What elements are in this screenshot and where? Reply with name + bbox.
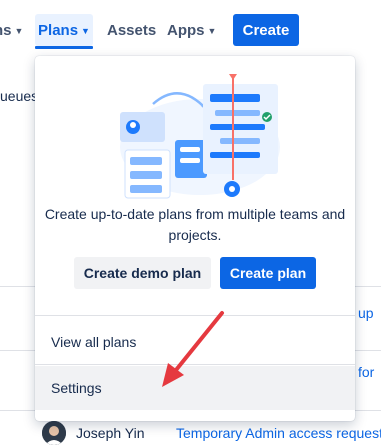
- nav-plans-label: Plans: [38, 21, 79, 39]
- nav-item-partial-label: ns: [0, 21, 12, 39]
- promo-text: Create up-to-date plans from multiple te…: [44, 206, 346, 243]
- nav-item-partial[interactable]: ns ▼: [0, 14, 23, 46]
- background-link[interactable]: up: [358, 305, 374, 321]
- active-nav-indicator: [35, 46, 93, 49]
- nav-item-apps[interactable]: Apps ▼: [167, 14, 216, 46]
- nav-item-assets[interactable]: Assets: [107, 14, 156, 46]
- chevron-down-icon: ▼: [14, 26, 24, 36]
- chevron-down-icon: ▼: [207, 26, 217, 36]
- user-name: Joseph Yin: [76, 425, 145, 441]
- nav-item-plans[interactable]: Plans ▼: [35, 14, 93, 46]
- nav-assets-label: Assets: [107, 21, 157, 39]
- background-link[interactable]: for: [358, 364, 374, 380]
- avatar: [42, 421, 66, 445]
- create-demo-plan-button[interactable]: Create demo plan: [74, 257, 211, 289]
- create-button[interactable]: Create: [233, 14, 299, 46]
- top-navigation: ns ▼ Plans ▼ Assets Apps ▼ Create: [0, 0, 381, 60]
- nav-apps-label: Apps: [167, 21, 205, 39]
- request-link[interactable]: Temporary Admin access request: [176, 425, 381, 441]
- create-plan-button[interactable]: Create plan: [220, 257, 316, 289]
- background-text-fragment: ueues: [0, 88, 39, 104]
- plans-illustration: [120, 74, 280, 199]
- chevron-down-icon: ▼: [81, 26, 90, 36]
- annotation-arrow-icon: [162, 311, 224, 387]
